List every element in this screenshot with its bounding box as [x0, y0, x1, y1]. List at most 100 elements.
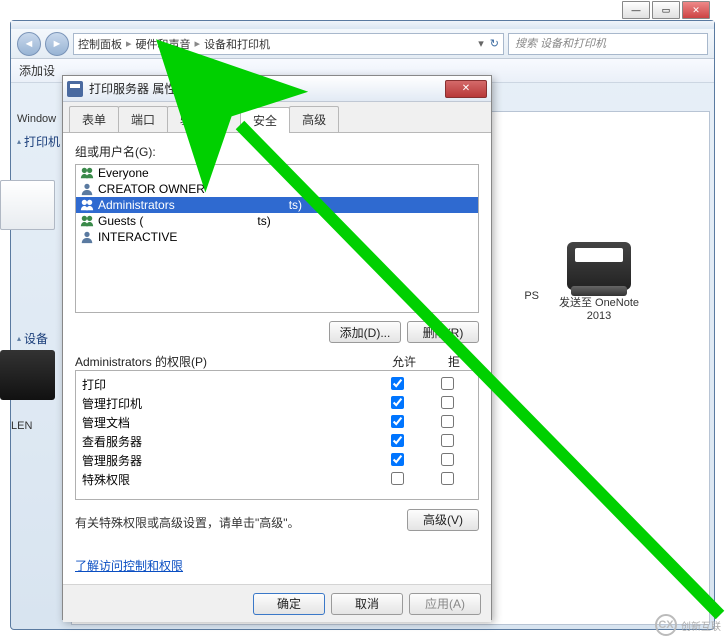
dialog-buttons: 确定 取消 应用(A) — [63, 584, 491, 622]
tabs: 表单 端口 驱动程序 安全 高级 — [63, 102, 491, 133]
user-list[interactable]: EveryoneCREATOR OWNERAdministratorsts)Gu… — [75, 164, 479, 313]
user-icon — [80, 198, 94, 212]
explorer-titlebar — [11, 21, 714, 29]
cancel-button[interactable]: 取消 — [331, 593, 403, 615]
group-users-label: 组或用户名(G): — [75, 143, 479, 160]
crumb[interactable]: 硬件和声音 — [136, 36, 191, 52]
apply-button[interactable]: 应用(A) — [409, 593, 481, 615]
allow-checkbox[interactable] — [391, 396, 404, 409]
user-icon — [80, 230, 94, 244]
refresh-icon[interactable]: ↻ — [490, 37, 499, 50]
help-link[interactable]: 了解访问控制和权限 — [75, 559, 183, 573]
tab-ports[interactable]: 端口 — [118, 106, 168, 132]
deny-checkbox[interactable] — [441, 377, 454, 390]
user-icon — [80, 214, 94, 228]
user-name: CREATOR OWNER — [98, 182, 205, 196]
back-button[interactable]: ◄ — [17, 32, 41, 56]
user-suffix: ts) — [257, 214, 270, 228]
advanced-button[interactable]: 高级(V) — [407, 509, 479, 531]
allow-checkbox[interactable] — [391, 377, 404, 390]
permissions-label: Administrators 的权限(P) — [75, 353, 379, 370]
user-row[interactable]: INTERACTIVE — [76, 229, 478, 245]
printer-item[interactable]: 发送至 OneNote 2013 — [549, 242, 649, 322]
ok-button[interactable]: 确定 — [253, 593, 325, 615]
allow-checkbox[interactable] — [391, 453, 404, 466]
advanced-hint: 有关特殊权限或高级设置，请单击"高级"。 — [75, 514, 407, 531]
explorer-toolbar: ◄ ► 控制面板 ▸ 硬件和声音 ▸ 设备和打印机 ▾ ↻ 搜索 设备和打印机 — [11, 29, 714, 59]
user-row[interactable]: Guests ( ts) — [76, 213, 478, 229]
close-button[interactable]: ✕ — [445, 80, 487, 98]
permission-name: 管理服务器 — [82, 452, 372, 469]
close-button[interactable]: ✕ — [682, 1, 710, 19]
user-icon — [80, 182, 94, 196]
chevron-right-icon: ▸ — [193, 37, 203, 50]
tab-advanced[interactable]: 高级 — [289, 106, 339, 132]
allow-checkbox[interactable] — [391, 415, 404, 428]
dropdown-icon[interactable]: ▾ — [478, 37, 484, 50]
window-label: Window — [17, 113, 65, 123]
search-input[interactable]: 搜索 设备和打印机 — [508, 33, 708, 55]
deny-checkbox[interactable] — [441, 472, 454, 485]
deny-checkbox[interactable] — [441, 453, 454, 466]
dialog-body: 组或用户名(G): EveryoneCREATOR OWNERAdministr… — [63, 133, 491, 584]
window-controls: — ▭ ✕ — [622, 1, 710, 19]
permission-row: 查看服务器 — [82, 432, 472, 451]
forward-button[interactable]: ► — [45, 32, 69, 56]
permission-row: 管理文档 — [82, 413, 472, 432]
watermark-text: 创新互联 — [681, 618, 721, 633]
print-server-properties-dialog: 打印服务器 属性 ✕ 表单 端口 驱动程序 安全 高级 组或用户名(G): Ev… — [62, 75, 492, 620]
device-thumbnail — [0, 180, 55, 230]
device-label: LEN — [11, 420, 32, 432]
permission-row: 特殊权限 — [82, 470, 472, 489]
permission-row: 管理打印机 — [82, 394, 472, 413]
crumb[interactable]: 控制面板 — [78, 36, 122, 52]
sidebar-devices-header[interactable]: 设备 — [17, 330, 65, 347]
printer-label: 发送至 OneNote 2013 — [549, 294, 649, 322]
dialog-title: 打印服务器 属性 — [89, 80, 445, 97]
remove-button[interactable]: 删除(R) — [407, 321, 479, 343]
minimize-button[interactable]: — — [622, 1, 650, 19]
user-name: Guests ( — [98, 214, 143, 228]
add-button[interactable]: 添加(D)... — [329, 321, 401, 343]
deny-checkbox[interactable] — [441, 415, 454, 428]
tab-forms[interactable]: 表单 — [69, 106, 119, 132]
user-row[interactable]: Everyone — [76, 165, 478, 181]
allow-checkbox[interactable] — [391, 434, 404, 447]
allow-column: 允许 — [379, 353, 429, 370]
user-name: Administrators — [98, 198, 175, 212]
printer-icon — [567, 242, 631, 290]
permissions-list: 打印管理打印机管理文档查看服务器管理服务器特殊权限 — [75, 370, 479, 500]
printer-icon — [67, 81, 83, 97]
user-row[interactable]: Administrators ts) — [76, 197, 478, 213]
user-suffix: ts) — [289, 198, 302, 212]
sidebar-printers-header[interactable]: 打印机 — [17, 133, 65, 150]
crumb[interactable]: 设备和打印机 — [204, 36, 270, 52]
maximize-button[interactable]: ▭ — [652, 1, 680, 19]
permission-row: 打印 — [82, 375, 472, 394]
user-icon — [80, 166, 94, 180]
dialog-titlebar: 打印服务器 属性 ✕ — [63, 76, 491, 102]
watermark: CX 创新互联 — [655, 614, 721, 636]
tab-security[interactable]: 安全 — [240, 107, 290, 133]
permission-name: 管理文档 — [82, 414, 372, 431]
deny-checkbox[interactable] — [441, 396, 454, 409]
user-row[interactable]: CREATOR OWNER — [76, 181, 478, 197]
user-name: Everyone — [98, 166, 149, 180]
deny-checkbox[interactable] — [441, 434, 454, 447]
permission-name: 打印 — [82, 376, 372, 393]
xps-printer-label: PS — [524, 290, 539, 302]
chevron-right-icon: ▸ — [124, 37, 134, 50]
menu-item[interactable]: 添加设 — [19, 62, 55, 79]
tab-drivers[interactable]: 驱动程序 — [167, 106, 241, 132]
allow-checkbox[interactable] — [391, 472, 404, 485]
permissions-header: Administrators 的权限(P) 允许 拒 — [75, 353, 479, 370]
user-name: INTERACTIVE — [98, 230, 177, 244]
permission-row: 管理服务器 — [82, 451, 472, 470]
breadcrumb[interactable]: 控制面板 ▸ 硬件和声音 ▸ 设备和打印机 ▾ ↻ — [73, 33, 504, 55]
device-thumbnail — [0, 350, 55, 400]
deny-column: 拒 — [429, 353, 479, 370]
permission-name: 特殊权限 — [82, 471, 372, 488]
watermark-logo-icon: CX — [655, 614, 677, 636]
permission-name: 查看服务器 — [82, 433, 372, 450]
permission-name: 管理打印机 — [82, 395, 372, 412]
